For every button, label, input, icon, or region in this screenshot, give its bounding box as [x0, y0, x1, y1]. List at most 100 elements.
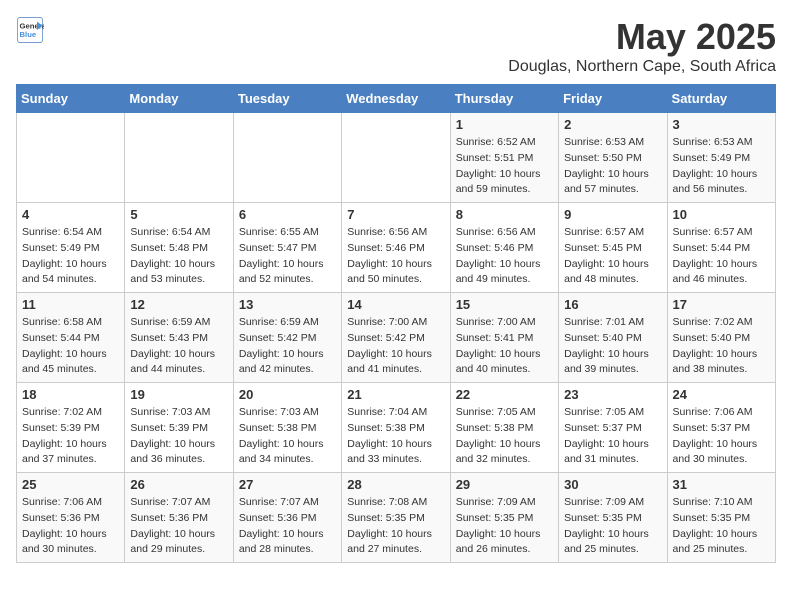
calendar-cell: 13 Sunrise: 6:59 AMSunset: 5:42 PMDayligh…	[233, 293, 341, 383]
day-info: Sunrise: 7:02 AMSunset: 5:40 PMDaylight:…	[673, 315, 770, 378]
day-info: Sunrise: 7:01 AMSunset: 5:40 PMDaylight:…	[564, 315, 661, 378]
day-info: Sunrise: 7:00 AMSunset: 5:42 PMDaylight:…	[347, 315, 444, 378]
day-number: 18	[22, 387, 119, 402]
calendar-week-row: 18 Sunrise: 7:02 AMSunset: 5:39 PMDayligh…	[17, 383, 776, 473]
day-number: 25	[22, 477, 119, 492]
day-number: 19	[130, 387, 227, 402]
day-info: Sunrise: 7:05 AMSunset: 5:38 PMDaylight:…	[456, 405, 553, 468]
day-info: Sunrise: 7:00 AMSunset: 5:41 PMDaylight:…	[456, 315, 553, 378]
day-number: 22	[456, 387, 553, 402]
calendar-cell: 30 Sunrise: 7:09 AMSunset: 5:35 PMDayligh…	[559, 473, 667, 563]
day-info: Sunrise: 7:09 AMSunset: 5:35 PMDaylight:…	[564, 495, 661, 558]
weekday-header-sunday: Sunday	[17, 85, 125, 113]
day-info: Sunrise: 6:54 AMSunset: 5:49 PMDaylight:…	[22, 225, 119, 288]
day-number: 16	[564, 297, 661, 312]
day-info: Sunrise: 7:07 AMSunset: 5:36 PMDaylight:…	[239, 495, 336, 558]
day-info: Sunrise: 7:07 AMSunset: 5:36 PMDaylight:…	[130, 495, 227, 558]
day-number: 29	[456, 477, 553, 492]
day-info: Sunrise: 6:58 AMSunset: 5:44 PMDaylight:…	[22, 315, 119, 378]
day-number: 2	[564, 117, 661, 132]
calendar-week-row: 1Sunrise: 6:52 AMSunset: 5:51 PMDaylight…	[17, 113, 776, 203]
day-info: Sunrise: 6:53 AMSunset: 5:50 PMDaylight:…	[564, 135, 661, 198]
calendar-cell: 11 Sunrise: 6:58 AMSunset: 5:44 PMDayligh…	[17, 293, 125, 383]
day-number: 23	[564, 387, 661, 402]
calendar-cell: 17 Sunrise: 7:02 AMSunset: 5:40 PMDayligh…	[667, 293, 775, 383]
day-number: 15	[456, 297, 553, 312]
day-info: Sunrise: 6:56 AMSunset: 5:46 PMDaylight:…	[347, 225, 444, 288]
calendar-cell: 23 Sunrise: 7:05 AMSunset: 5:37 PMDayligh…	[559, 383, 667, 473]
logo: General Blue	[16, 16, 44, 44]
day-number: 5	[130, 207, 227, 222]
calendar-week-row: 4Sunrise: 6:54 AMSunset: 5:49 PMDaylight…	[17, 203, 776, 293]
calendar-body: 1Sunrise: 6:52 AMSunset: 5:51 PMDaylight…	[17, 113, 776, 563]
day-number: 24	[673, 387, 770, 402]
day-number: 3	[673, 117, 770, 132]
calendar-cell: 15 Sunrise: 7:00 AMSunset: 5:41 PMDayligh…	[450, 293, 558, 383]
calendar-cell: 2 Sunrise: 6:53 AMSunset: 5:50 PMDaylight…	[559, 113, 667, 203]
day-info: Sunrise: 6:57 AMSunset: 5:45 PMDaylight:…	[564, 225, 661, 288]
day-number: 20	[239, 387, 336, 402]
day-number: 8	[456, 207, 553, 222]
day-number: 11	[22, 297, 119, 312]
logo-icon: General Blue	[16, 16, 44, 44]
day-info: Sunrise: 6:52 AMSunset: 5:51 PMDaylight:…	[456, 135, 553, 198]
day-number: 13	[239, 297, 336, 312]
calendar-cell: 7 Sunrise: 6:56 AMSunset: 5:46 PMDaylight…	[342, 203, 450, 293]
day-info: Sunrise: 6:56 AMSunset: 5:46 PMDaylight:…	[456, 225, 553, 288]
calendar-subtitle: Douglas, Northern Cape, South Africa	[508, 58, 776, 76]
day-info: Sunrise: 6:53 AMSunset: 5:49 PMDaylight:…	[673, 135, 770, 198]
day-info: Sunrise: 6:55 AMSunset: 5:47 PMDaylight:…	[239, 225, 336, 288]
calendar-cell: 6 Sunrise: 6:55 AMSunset: 5:47 PMDaylight…	[233, 203, 341, 293]
weekday-header-tuesday: Tuesday	[233, 85, 341, 113]
calendar-cell: 21Sunrise: 7:04 AMSunset: 5:38 PMDayligh…	[342, 383, 450, 473]
calendar-cell: 12Sunrise: 6:59 AMSunset: 5:43 PMDayligh…	[125, 293, 233, 383]
weekday-header-row: SundayMondayTuesdayWednesdayThursdayFrid…	[17, 85, 776, 113]
calendar-cell: 16 Sunrise: 7:01 AMSunset: 5:40 PMDayligh…	[559, 293, 667, 383]
weekday-header-friday: Friday	[559, 85, 667, 113]
day-info: Sunrise: 7:06 AMSunset: 5:37 PMDaylight:…	[673, 405, 770, 468]
calendar-cell: 27 Sunrise: 7:07 AMSunset: 5:36 PMDayligh…	[233, 473, 341, 563]
day-info: Sunrise: 7:09 AMSunset: 5:35 PMDaylight:…	[456, 495, 553, 558]
day-number: 6	[239, 207, 336, 222]
day-number: 14	[347, 297, 444, 312]
calendar-cell	[342, 113, 450, 203]
day-number: 17	[673, 297, 770, 312]
calendar-cell: 9 Sunrise: 6:57 AMSunset: 5:45 PMDaylight…	[559, 203, 667, 293]
calendar-cell: 20 Sunrise: 7:03 AMSunset: 5:38 PMDayligh…	[233, 383, 341, 473]
calendar-header: SundayMondayTuesdayWednesdayThursdayFrid…	[17, 85, 776, 113]
day-info: Sunrise: 7:03 AMSunset: 5:38 PMDaylight:…	[239, 405, 336, 468]
day-number: 28	[347, 477, 444, 492]
weekday-header-monday: Monday	[125, 85, 233, 113]
day-info: Sunrise: 6:54 AMSunset: 5:48 PMDaylight:…	[130, 225, 227, 288]
calendar-week-row: 11 Sunrise: 6:58 AMSunset: 5:44 PMDayligh…	[17, 293, 776, 383]
calendar-cell: 19Sunrise: 7:03 AMSunset: 5:39 PMDayligh…	[125, 383, 233, 473]
svg-text:Blue: Blue	[20, 30, 37, 39]
calendar-cell: 10Sunrise: 6:57 AMSunset: 5:44 PMDayligh…	[667, 203, 775, 293]
calendar-cell: 3 Sunrise: 6:53 AMSunset: 5:49 PMDaylight…	[667, 113, 775, 203]
calendar-cell	[17, 113, 125, 203]
calendar-cell: 5 Sunrise: 6:54 AMSunset: 5:48 PMDaylight…	[125, 203, 233, 293]
calendar-week-row: 25Sunrise: 7:06 AMSunset: 5:36 PMDayligh…	[17, 473, 776, 563]
day-info: Sunrise: 6:59 AMSunset: 5:42 PMDaylight:…	[239, 315, 336, 378]
calendar-cell: 29 Sunrise: 7:09 AMSunset: 5:35 PMDayligh…	[450, 473, 558, 563]
day-number: 12	[130, 297, 227, 312]
weekday-header-thursday: Thursday	[450, 85, 558, 113]
calendar-table: SundayMondayTuesdayWednesdayThursdayFrid…	[16, 84, 776, 563]
day-number: 9	[564, 207, 661, 222]
weekday-header-saturday: Saturday	[667, 85, 775, 113]
calendar-cell: 25Sunrise: 7:06 AMSunset: 5:36 PMDayligh…	[17, 473, 125, 563]
day-number: 27	[239, 477, 336, 492]
day-info: Sunrise: 7:02 AMSunset: 5:39 PMDaylight:…	[22, 405, 119, 468]
calendar-title: May 2025	[508, 16, 776, 58]
header: General Blue May 2025 Douglas, Northern …	[16, 16, 776, 76]
day-number: 26	[130, 477, 227, 492]
day-info: Sunrise: 6:57 AMSunset: 5:44 PMDaylight:…	[673, 225, 770, 288]
day-number: 30	[564, 477, 661, 492]
calendar-cell	[125, 113, 233, 203]
calendar-cell: 31Sunrise: 7:10 AMSunset: 5:35 PMDayligh…	[667, 473, 775, 563]
day-info: Sunrise: 7:05 AMSunset: 5:37 PMDaylight:…	[564, 405, 661, 468]
calendar-cell	[233, 113, 341, 203]
weekday-header-wednesday: Wednesday	[342, 85, 450, 113]
day-number: 7	[347, 207, 444, 222]
day-info: Sunrise: 7:10 AMSunset: 5:35 PMDaylight:…	[673, 495, 770, 558]
